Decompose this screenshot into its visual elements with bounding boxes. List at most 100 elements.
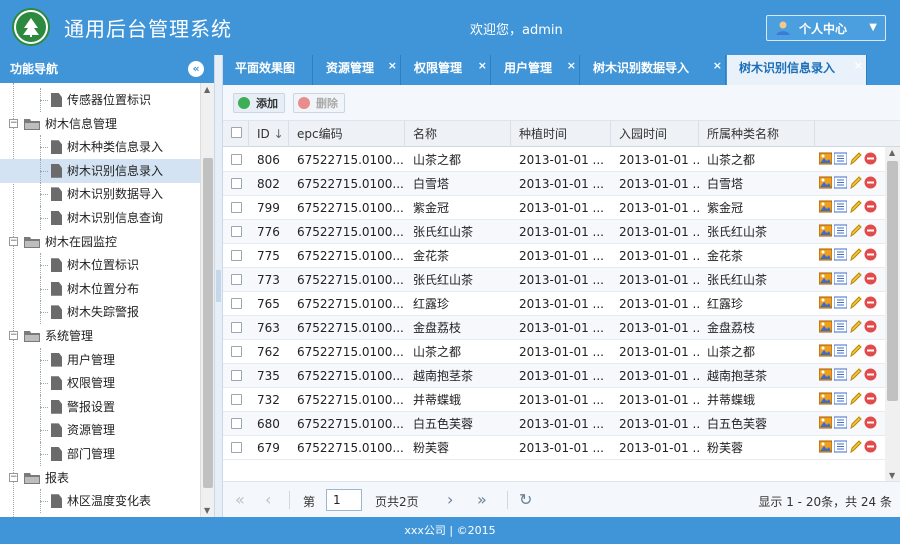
table-row[interactable]: 773 67522715.0100... 张氏红山茶 2013-01-01 ... 20…	[223, 268, 885, 292]
grid-scrollbar[interactable]: ▲ ▼	[885, 147, 900, 481]
splitter-handle[interactable]	[216, 270, 221, 302]
row-checkbox[interactable]	[231, 202, 242, 213]
image-icon[interactable]	[819, 176, 832, 189]
edit-pencil-icon[interactable]	[849, 272, 862, 285]
sidebar-folder[interactable]: − 树木信息管理	[0, 112, 200, 136]
image-icon[interactable]	[819, 272, 832, 285]
sidebar-item[interactable]: 部门管理	[0, 442, 200, 466]
row-checkbox[interactable]	[231, 346, 242, 357]
list-icon[interactable]	[834, 368, 847, 381]
sidebar-item[interactable]: 树木位置标识	[0, 253, 200, 278]
close-tab-icon[interactable]: ×	[567, 53, 576, 79]
select-all-checkbox[interactable]	[231, 127, 242, 138]
list-icon[interactable]	[834, 392, 847, 405]
row-checkbox[interactable]	[231, 154, 242, 165]
table-row[interactable]: 775 67522715.0100... 金花茶 2013-01-01 ... 2013…	[223, 244, 885, 268]
sidebar-item[interactable]: 用户管理	[0, 347, 200, 372]
list-icon[interactable]	[834, 176, 847, 189]
edit-pencil-icon[interactable]	[849, 176, 862, 189]
row-checkbox[interactable]	[231, 250, 242, 261]
delete-icon[interactable]	[864, 440, 877, 453]
list-icon[interactable]	[834, 224, 847, 237]
next-page-icon[interactable]: ›	[447, 490, 453, 509]
image-icon[interactable]	[819, 152, 832, 165]
delete-icon[interactable]	[864, 296, 877, 309]
grid-scroll-thumb[interactable]	[887, 161, 898, 401]
sidebar-item[interactable]: 警报设置	[0, 394, 200, 419]
edit-pencil-icon[interactable]	[849, 368, 862, 381]
sidebar-item[interactable]: 树木识别信息查询	[0, 206, 200, 230]
sidebar-scroll-thumb[interactable]	[203, 158, 213, 488]
delete-icon[interactable]	[864, 344, 877, 357]
scroll-up-icon[interactable]: ▲	[204, 85, 210, 94]
prev-page-icon[interactable]: ‹	[265, 490, 271, 509]
row-checkbox[interactable]	[231, 178, 242, 189]
sidebar-folder[interactable]: − 报表	[0, 466, 200, 490]
edit-pencil-icon[interactable]	[849, 248, 862, 261]
image-icon[interactable]	[819, 392, 832, 405]
list-icon[interactable]	[834, 416, 847, 429]
tab-item[interactable]: 用户管理 ×	[492, 55, 580, 85]
list-icon[interactable]	[834, 344, 847, 357]
refresh-icon[interactable]: ↻	[519, 490, 532, 509]
delete-icon[interactable]	[864, 416, 877, 429]
grid-scroll-down-icon[interactable]: ▼	[889, 471, 895, 480]
collapse-toggle-icon[interactable]: −	[9, 236, 18, 246]
chevron-left-circle-icon[interactable]: «	[188, 61, 204, 77]
first-page-icon[interactable]: «	[235, 490, 245, 509]
row-checkbox[interactable]	[231, 298, 242, 309]
scroll-down-icon[interactable]: ▼	[204, 506, 210, 515]
edit-pencil-icon[interactable]	[849, 440, 862, 453]
table-row[interactable]: 763 67522715.0100... 金盘荔枝 2013-01-01 ... 201…	[223, 316, 885, 340]
column-header-kind[interactable]: 所属种类名称	[699, 121, 815, 147]
image-icon[interactable]	[819, 320, 832, 333]
edit-pencil-icon[interactable]	[849, 200, 862, 213]
tab-item[interactable]: 树木识别信息录入 ×	[727, 55, 867, 85]
sidebar-item[interactable]: 林区温度变化表	[0, 489, 200, 514]
list-icon[interactable]	[834, 440, 847, 453]
image-icon[interactable]	[819, 200, 832, 213]
tab-item[interactable]: 树木识别数据导入 ×	[581, 55, 726, 85]
tab-item[interactable]: 资源管理 ×	[314, 55, 401, 85]
sidebar-item[interactable]: 树木种类信息录入	[0, 135, 200, 160]
table-row[interactable]: 679 67522715.0100... 粉芙蓉 2013-01-01 ... 2013…	[223, 436, 885, 460]
row-checkbox[interactable]	[231, 418, 242, 429]
sidebar-item[interactable]: 传感器位置标识	[0, 88, 200, 112]
table-row[interactable]: 802 67522715.0100... 白雪塔 2013-01-01 ... 2013…	[223, 172, 885, 196]
table-row[interactable]: 762 67522715.0100... 山茶之都 2013-01-01 ... 201…	[223, 340, 885, 364]
delete-icon[interactable]	[864, 320, 877, 333]
image-icon[interactable]	[819, 248, 832, 261]
sidebar-item[interactable]: 树木失踪警报	[0, 300, 200, 325]
list-icon[interactable]	[834, 248, 847, 261]
row-checkbox[interactable]	[231, 370, 242, 381]
list-icon[interactable]	[834, 200, 847, 213]
sidebar-item[interactable]: 权限管理	[0, 371, 200, 396]
row-checkbox[interactable]	[231, 226, 242, 237]
page-number-input[interactable]: 1	[326, 489, 362, 511]
sidebar-item[interactable]: 树木识别数据导入	[0, 182, 200, 207]
close-tab-icon[interactable]: ×	[388, 53, 397, 79]
edit-pencil-icon[interactable]	[849, 152, 862, 165]
delete-icon[interactable]	[864, 224, 877, 237]
image-icon[interactable]	[819, 224, 832, 237]
sidebar-scrollbar[interactable]: ▲ ▼	[200, 83, 214, 517]
edit-pencil-icon[interactable]	[849, 320, 862, 333]
grid-scroll-up-icon[interactable]: ▲	[889, 148, 895, 157]
list-icon[interactable]	[834, 152, 847, 165]
sidebar-item[interactable]: 资源管理	[0, 418, 200, 443]
edit-pencil-icon[interactable]	[849, 392, 862, 405]
sidebar-folder[interactable]: − 系统管理	[0, 324, 200, 348]
edit-pencil-icon[interactable]	[849, 344, 862, 357]
row-checkbox[interactable]	[231, 274, 242, 285]
collapse-toggle-icon[interactable]: −	[9, 472, 18, 482]
row-checkbox[interactable]	[231, 442, 242, 453]
table-row[interactable]: 806 67522715.0100... 山茶之都 2013-01-01 ... 201…	[223, 148, 885, 172]
edit-pencil-icon[interactable]	[849, 224, 862, 237]
tab-item[interactable]: 平面效果图	[223, 55, 313, 85]
table-row[interactable]: 765 67522715.0100... 红露珍 2013-01-01 ... 2013…	[223, 292, 885, 316]
layout-splitter[interactable]	[215, 55, 223, 517]
delete-icon[interactable]	[864, 368, 877, 381]
table-row[interactable]: 735 67522715.0100... 越南抱茎茶 2013-01-01 ... 20…	[223, 364, 885, 388]
table-row[interactable]: 799 67522715.0100... 紫金冠 2013-01-01 ... 2013…	[223, 196, 885, 220]
delete-icon[interactable]	[864, 248, 877, 261]
